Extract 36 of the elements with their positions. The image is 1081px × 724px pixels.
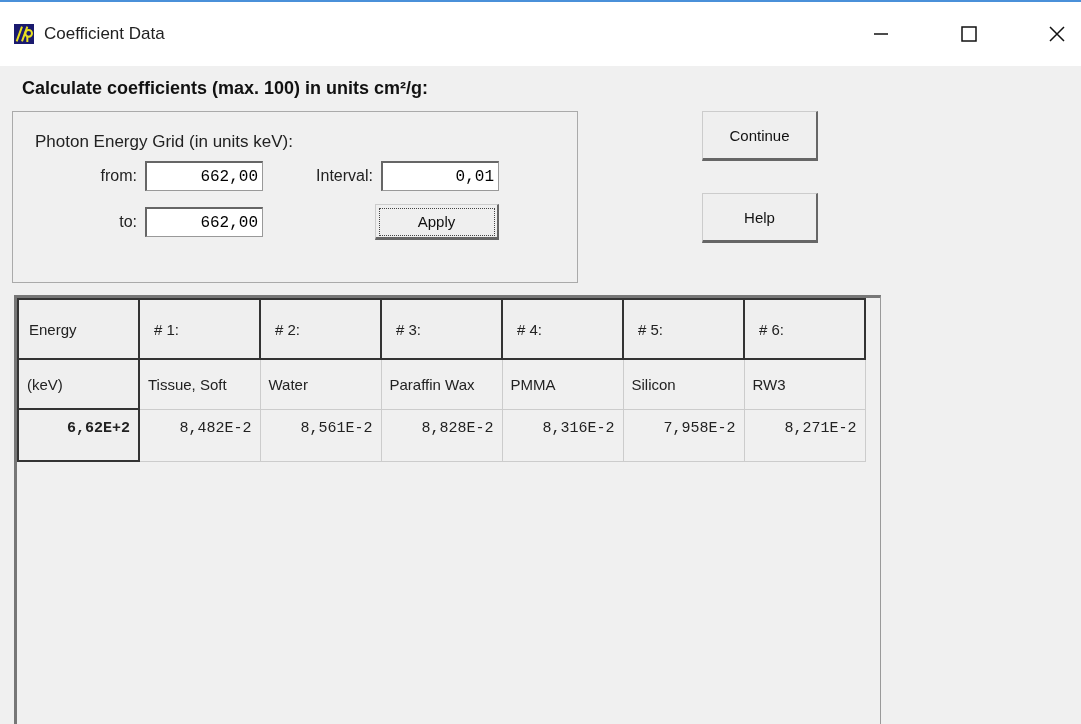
- column-header: Energy: [18, 299, 139, 359]
- help-button[interactable]: Help: [702, 193, 818, 243]
- table-cell: 8,828E-2: [381, 409, 502, 461]
- apply-button[interactable]: Apply: [375, 204, 499, 240]
- field-label: Interval:: [315, 167, 373, 185]
- field-label: to:: [118, 213, 137, 231]
- app-logo-icon: [14, 24, 34, 44]
- column-subheader: Silicon: [623, 359, 744, 409]
- column-header: # 3:: [381, 299, 502, 359]
- input-field[interactable]: 0,01: [381, 161, 499, 191]
- column-subheader: PMMA: [502, 359, 623, 409]
- column-header: # 4:: [502, 299, 623, 359]
- table-cell: 8,482E-2: [139, 409, 260, 461]
- table-cell: 7,958E-2: [623, 409, 744, 461]
- table-cell: 6,62E+2: [18, 409, 139, 461]
- column-header: # 6:: [744, 299, 865, 359]
- column-subheader: Water: [260, 359, 381, 409]
- maximize-icon[interactable]: [959, 24, 979, 44]
- column-header: # 5:: [623, 299, 744, 359]
- input-field[interactable]: 662,00: [145, 207, 263, 237]
- column-header: # 2:: [260, 299, 381, 359]
- column-subheader: (keV): [18, 359, 139, 409]
- column-subheader: Tissue, Soft: [139, 359, 260, 409]
- column-subheader: Paraffin Wax: [381, 359, 502, 409]
- group-title: Photon Energy Grid (in units keV):: [35, 132, 294, 152]
- column-subheader: RW3: [744, 359, 865, 409]
- table-cell: 8,561E-2: [260, 409, 381, 461]
- table-cell: 8,271E-2: [744, 409, 865, 461]
- input-field[interactable]: 662,00: [145, 161, 263, 191]
- heading: Calculate coefficients (max. 100) in units cm²/g:: [22, 78, 430, 99]
- window-title: Coefficient Data: [44, 24, 165, 44]
- column-header: # 1:: [139, 299, 260, 359]
- close-icon[interactable]: [1047, 24, 1067, 44]
- field-label: from:: [99, 167, 137, 185]
- table-cell: 8,316E-2: [502, 409, 623, 461]
- continue-button[interactable]: Continue: [702, 111, 818, 161]
